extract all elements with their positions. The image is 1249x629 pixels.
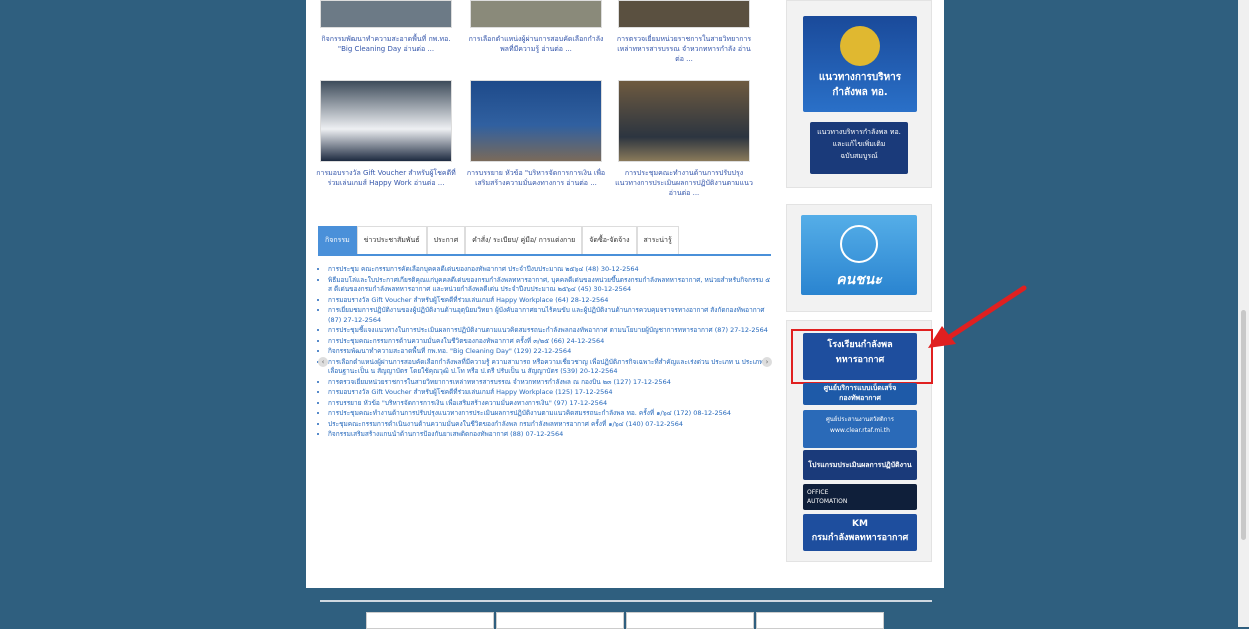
list-item[interactable]: การเยี่ยมชมการปฏิบัติงานของผู้ปฏิบัติงาน… bbox=[328, 306, 774, 325]
banner-line: โปรแกรมประเมินผลการปฏิบัติงาน bbox=[808, 461, 912, 469]
news-caption[interactable]: การตรวจเยี่ยมหน่วยราชการในสายวิทยาการเหล… bbox=[614, 34, 754, 64]
list-item[interactable]: การบรรยาย หัวข้อ "บริหารจัดการการเงิน เพ… bbox=[328, 399, 774, 409]
banner-line: กองทัพอากาศ bbox=[839, 394, 881, 402]
highlight-box bbox=[791, 329, 933, 384]
news-thumbnail[interactable] bbox=[470, 0, 602, 28]
carousel-next-button[interactable]: › bbox=[762, 357, 772, 367]
welfare-center-banner[interactable]: ศูนย์ประสานงานสวัสดิการ www.clear.rtaf.m… bbox=[803, 410, 917, 448]
news-thumbnail[interactable] bbox=[618, 80, 750, 162]
rtaf-emblem-icon bbox=[840, 26, 880, 66]
banner-line: ศูนย์บริการแบบเบ็ดเสร็จ bbox=[823, 384, 897, 392]
banner-line: KM bbox=[852, 519, 868, 529]
news-item[interactable]: การประชุมคณะทำงานด้านการปรับปรุงแนวทางกา… bbox=[614, 80, 754, 198]
news-caption[interactable]: การมอบรางวัล Gift Voucher สำหรับผู้โชคดี… bbox=[316, 168, 456, 188]
list-item[interactable]: พิธีมอบโล่และใบประกาศเกียรติคุณแก่บุคคลด… bbox=[328, 276, 774, 295]
banner-line: AUTOMATION bbox=[807, 498, 848, 505]
banner-line: www.clear.rtaf.mi.th bbox=[830, 427, 890, 434]
news-item[interactable]: การบรรยาย หัวข้อ "บริหารจัดการการเงิน เพ… bbox=[466, 80, 606, 188]
management-guideline-banner[interactable]: แนวทางการบริหาร กำลังพล ทอ. bbox=[803, 16, 917, 112]
news-thumbnail[interactable] bbox=[618, 0, 750, 28]
news-caption[interactable]: การบรรยาย หัวข้อ "บริหารจัดการการเงิน เพ… bbox=[466, 168, 606, 188]
carousel-prev-button[interactable]: ‹ bbox=[318, 357, 328, 367]
news-caption[interactable]: กิจกรรมพัฒนาทำความสะอาดพื้นที่ กพ.ทอ. "B… bbox=[316, 34, 456, 54]
news-thumbnail[interactable] bbox=[320, 0, 452, 28]
news-item[interactable]: การเลือกตำแหน่งผู้ผ่านการสอบคัดเลือกกำลั… bbox=[466, 0, 606, 54]
news-list: การประชุม คณะกรรมการคัดเลือกบุคคลดีเด่นข… bbox=[320, 265, 774, 441]
banner-subtitle: กำลังพล ทอ. bbox=[832, 87, 888, 98]
banner-title: แนวทางการบริหาร bbox=[818, 72, 902, 83]
list-item[interactable]: การประชุมคณะทำงานด้านการปรับปรุงแนวทางกา… bbox=[328, 409, 774, 419]
footer-divider bbox=[320, 600, 932, 602]
banner-line: ฉบับสมบูรณ์ bbox=[840, 152, 878, 160]
news-caption[interactable]: การประชุมคณะทำงานด้านการปรับปรุงแนวทางกา… bbox=[614, 168, 754, 198]
tab-activities[interactable]: กิจกรรม bbox=[318, 226, 357, 254]
list-item[interactable]: การตรวจเยี่ยมหน่วยราชการในสายวิทยาการเหล… bbox=[328, 378, 774, 388]
people-label: คนชนะ bbox=[836, 272, 882, 288]
people-win-banner[interactable]: คนชนะ bbox=[801, 215, 917, 295]
list-item[interactable]: กิจกรรมเสริมสร้างแกนนำด้านการป้องกันยาเส… bbox=[328, 430, 774, 440]
banner-line: กรมกำลังพลทหารอากาศ bbox=[811, 533, 909, 543]
tab-knowledge[interactable]: สาระน่ารู้ bbox=[636, 226, 679, 254]
list-item[interactable]: การประชุมคณะกรรมการด้านความมั่นคงในชีวิต… bbox=[328, 337, 774, 347]
news-item[interactable]: การตรวจเยี่ยมหน่วยราชการในสายวิทยาการเหล… bbox=[614, 0, 754, 64]
news-tabs: กิจกรรม ข่าวประชาสัมพันธ์ ประกาศ คำสั่ง/… bbox=[318, 226, 771, 256]
tab-orders-regulations[interactable]: คำสั่ง/ ระเบียบ/ คู่มือ/ การแต่งกาย bbox=[465, 226, 583, 254]
news-item[interactable]: กิจกรรมพัฒนาทำความสะอาดพื้นที่ กพ.ทอ. "B… bbox=[316, 0, 456, 54]
tab-announcements[interactable]: ประกาศ bbox=[426, 226, 466, 254]
list-item[interactable]: การมอบรางวัล Gift Voucher สำหรับผู้โชคดี… bbox=[328, 296, 774, 306]
footer-banner[interactable] bbox=[756, 612, 884, 629]
performance-eval-banner[interactable]: โปรแกรมประเมินผลการปฏิบัติงาน bbox=[803, 450, 917, 480]
scrollbar-thumb[interactable] bbox=[1241, 310, 1246, 540]
office-automation-banner[interactable]: OFFICE AUTOMATION bbox=[803, 484, 917, 510]
person-icon bbox=[840, 225, 878, 263]
one-stop-service-banner[interactable]: ศูนย์บริการแบบเบ็ดเสร็จ กองทัพอากาศ bbox=[803, 383, 917, 405]
news-caption[interactable]: การเลือกตำแหน่งผู้ผ่านการสอบคัดเลือกกำลั… bbox=[466, 34, 606, 54]
banner-line: แนวทางบริหารกำลังพล ทอ. bbox=[817, 128, 901, 136]
banner-line: และแก้ไขเพิ่มเติม bbox=[832, 140, 886, 148]
management-guideline-doc-banner[interactable]: แนวทางบริหารกำลังพล ทอ. และแก้ไขเพิ่มเติ… bbox=[810, 122, 908, 174]
footer-banner[interactable] bbox=[366, 612, 494, 629]
list-item[interactable]: การมอบรางวัล Gift Voucher สำหรับผู้โชคดี… bbox=[328, 388, 774, 398]
banner-line: OFFICE bbox=[807, 489, 829, 496]
tab-public-relations[interactable]: ข่าวประชาสัมพันธ์ bbox=[356, 226, 427, 254]
news-thumbnail[interactable] bbox=[470, 80, 602, 162]
news-thumbnail[interactable] bbox=[320, 80, 452, 162]
red-arrow-icon bbox=[928, 285, 1027, 348]
banner-line: ศูนย์ประสานงานสวัสดิการ bbox=[825, 416, 895, 423]
news-item[interactable]: การมอบรางวัล Gift Voucher สำหรับผู้โชคดี… bbox=[316, 80, 456, 188]
km-banner[interactable]: KM กรมกำลังพลทหารอากาศ bbox=[803, 514, 917, 551]
list-item[interactable]: การประชุม คณะกรรมการคัดเลือกบุคคลดีเด่นข… bbox=[328, 265, 774, 275]
list-item[interactable]: การประชุมชี้แจงแนวทางในการประเมินผลการปฏ… bbox=[328, 326, 774, 336]
list-item[interactable]: ประชุมคณะกรรมการดำเนินงานด้านความมั่นคงใ… bbox=[328, 420, 774, 430]
tab-procurement[interactable]: จัดซื้อ-จัดจ้าง bbox=[582, 226, 637, 254]
list-item[interactable]: การเลือกตำแหน่งผู้ผ่านการสอบคัดเลือกกำลั… bbox=[328, 358, 774, 377]
footer-banner[interactable] bbox=[496, 612, 624, 629]
footer-banner[interactable] bbox=[626, 612, 754, 629]
list-item[interactable]: กิจกรรมพัฒนาทำความสะอาดพื้นที่ กพ.ทอ. "B… bbox=[328, 347, 774, 357]
